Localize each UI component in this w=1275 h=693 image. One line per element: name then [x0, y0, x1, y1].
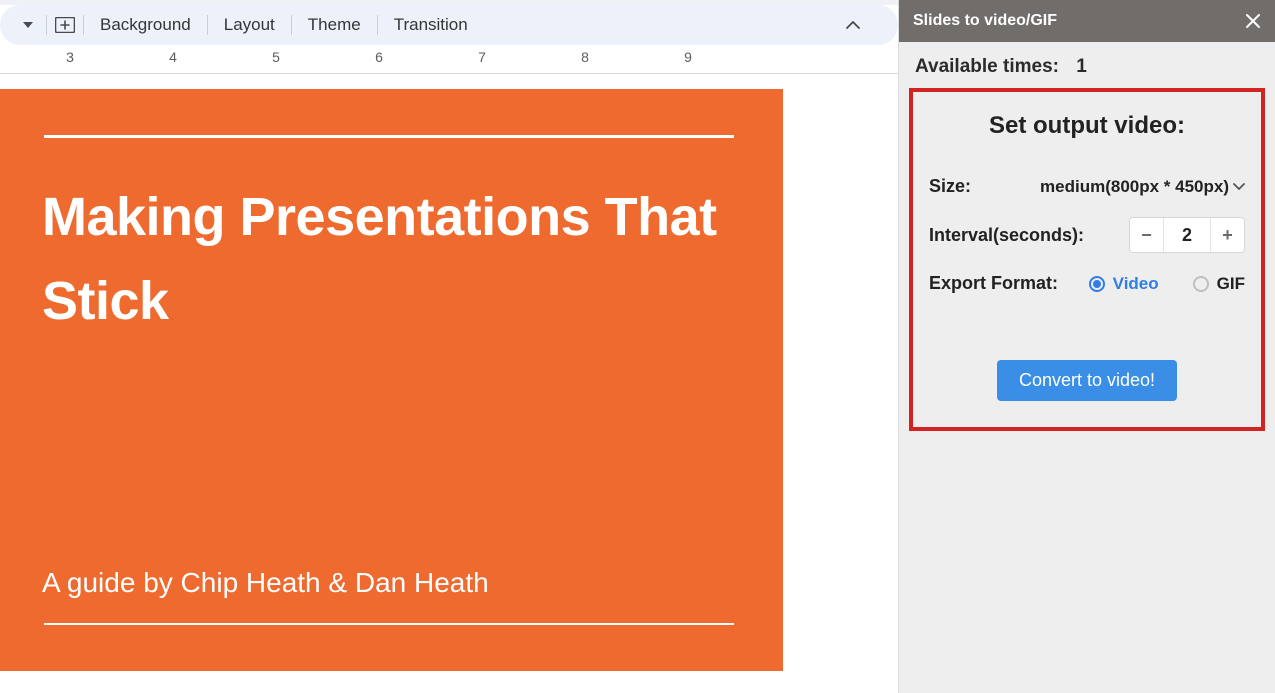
format-video-label: Video: [1113, 274, 1159, 294]
slide-title[interactable]: Making Presentations That Stick: [42, 176, 741, 343]
chevron-down-icon: [1233, 183, 1245, 191]
ruler-tick: 3: [66, 49, 74, 65]
main-area: Background Layout Theme Transition 3 4 5…: [0, 0, 898, 693]
background-button[interactable]: Background: [86, 9, 205, 41]
toolbar-dropdown-icon[interactable]: [12, 11, 44, 39]
size-value: medium(800px * 450px): [1040, 177, 1229, 197]
ruler-tick: 9: [684, 49, 692, 65]
format-label: Export Format:: [929, 273, 1058, 294]
horizontal-ruler: 3 4 5 6 7 8 9: [0, 49, 898, 77]
layout-button[interactable]: Layout: [210, 9, 289, 41]
toolbar-divider: [377, 15, 378, 35]
collapse-toolbar-icon[interactable]: [846, 21, 886, 29]
size-label: Size:: [929, 176, 971, 197]
radio-icon: [1089, 276, 1105, 292]
available-times: Available times: 1: [899, 42, 1275, 88]
interval-decrement[interactable]: −: [1130, 218, 1164, 252]
slide-bottom-rule: [44, 623, 734, 625]
close-icon[interactable]: [1245, 13, 1261, 29]
format-video-radio[interactable]: Video: [1089, 274, 1159, 294]
new-slide-icon[interactable]: [49, 11, 81, 39]
available-times-label: Available times:: [915, 56, 1059, 77]
interval-label: Interval(seconds):: [929, 225, 1084, 246]
format-gif-radio[interactable]: GIF: [1193, 274, 1245, 294]
toolbar-divider: [207, 15, 208, 35]
theme-button[interactable]: Theme: [294, 9, 375, 41]
export-sidepanel: Slides to video/GIF Available times: 1 S…: [898, 0, 1275, 693]
slide-canvas[interactable]: Making Presentations That Stick A guide …: [0, 77, 898, 693]
format-gif-label: GIF: [1217, 274, 1245, 294]
interval-value[interactable]: 2: [1164, 225, 1210, 246]
interval-row: Interval(seconds): − 2 +: [923, 207, 1251, 263]
ruler-tick: 7: [478, 49, 486, 65]
sidepanel-title: Slides to video/GIF: [913, 12, 1057, 30]
transition-button[interactable]: Transition: [380, 9, 482, 41]
size-select[interactable]: medium(800px * 450px): [1040, 177, 1245, 197]
interval-stepper: − 2 +: [1129, 217, 1245, 253]
toolbar-divider: [46, 15, 47, 35]
interval-increment[interactable]: +: [1210, 218, 1244, 252]
ruler-tick: 8: [581, 49, 589, 65]
toolbar-divider: [291, 15, 292, 35]
slide-top-rule: [44, 135, 734, 138]
toolbar: Background Layout Theme Transition: [0, 5, 898, 45]
available-times-value: 1: [1076, 56, 1087, 77]
toolbar-divider: [83, 15, 84, 35]
ruler-tick: 6: [375, 49, 383, 65]
slide[interactable]: Making Presentations That Stick A guide …: [0, 89, 783, 671]
output-settings-box: Set output video: Size: medium(800px * 4…: [909, 88, 1265, 431]
ruler-tick: 5: [272, 49, 280, 65]
size-row: Size: medium(800px * 450px): [923, 166, 1251, 207]
format-row: Export Format: Video GIF: [923, 263, 1251, 304]
slide-subtitle[interactable]: A guide by Chip Heath & Dan Heath: [42, 567, 489, 599]
radio-icon: [1193, 276, 1209, 292]
sidepanel-header: Slides to video/GIF: [899, 0, 1275, 42]
convert-button[interactable]: Convert to video!: [997, 360, 1177, 401]
output-heading: Set output video:: [923, 112, 1251, 140]
ruler-tick: 4: [169, 49, 177, 65]
